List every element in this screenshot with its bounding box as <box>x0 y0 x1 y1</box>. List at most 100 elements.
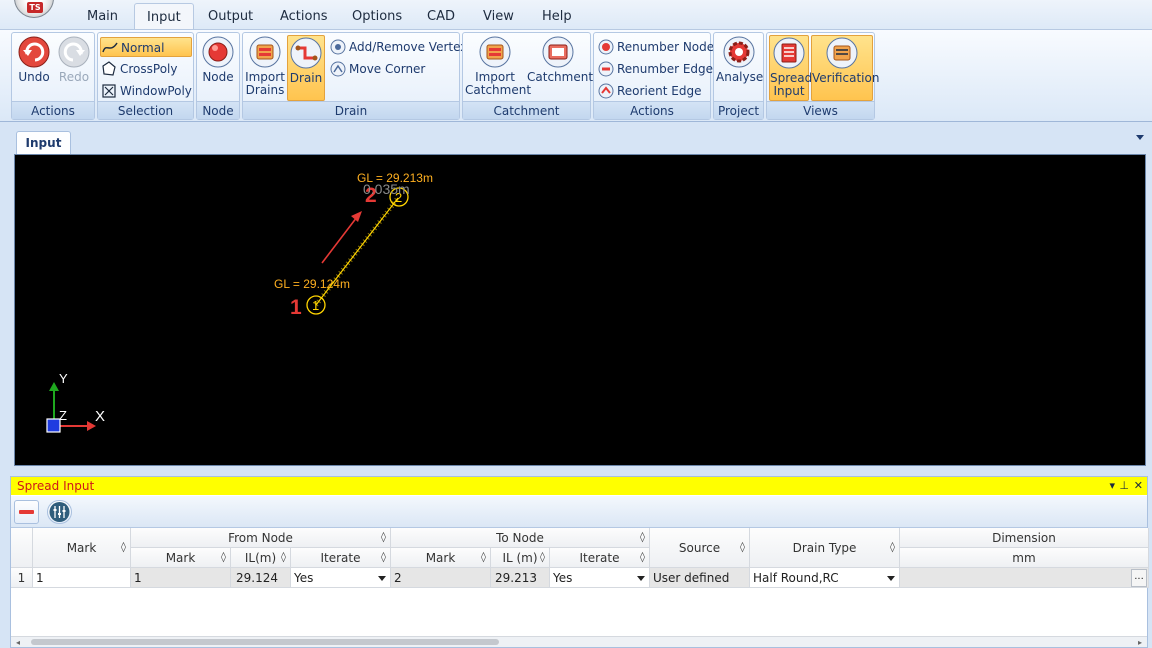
move-corner-button[interactable]: Move Corner <box>329 59 425 79</box>
spread-input-view-button[interactable]: Spread Input <box>769 35 812 101</box>
ribbon-group-actions-2: Renumber Node Renumber Edge Reorient Edg… <box>593 32 714 120</box>
reorient-edge-button[interactable]: Reorient Edge <box>597 81 702 101</box>
panel-close-icon[interactable]: ✕ <box>1134 477 1143 495</box>
sort-icon[interactable]: ◊ <box>640 548 645 567</box>
column-header-to-il[interactable]: IL (m) ◊ <box>491 548 550 568</box>
cell-dimension[interactable]: ... <box>900 568 1149 588</box>
column-header-from-il[interactable]: IL(m) ◊ <box>231 548 291 568</box>
windowpoly-select-button[interactable]: WindowPoly <box>100 81 192 101</box>
column-group-dimension[interactable]: Dimension <box>900 528 1149 548</box>
redo-button[interactable]: Redo <box>55 35 93 101</box>
sort-icon[interactable]: ◊ <box>121 528 126 567</box>
import-catchment-button[interactable]: Import Catchment <box>465 35 531 101</box>
cell-to-il[interactable]: 29.213 <box>491 568 550 588</box>
menu-tab-actions[interactable]: Actions <box>280 9 328 24</box>
sliders-icon <box>49 502 70 522</box>
scrollbar-thumb[interactable] <box>31 639 499 645</box>
sort-icon[interactable]: ◊ <box>221 548 226 567</box>
column-header-to-mark[interactable]: Mark ◊ <box>391 548 491 568</box>
column-group-to-node[interactable]: To Node ◊ <box>391 528 650 548</box>
menu-tab-cad[interactable]: CAD <box>427 9 455 24</box>
ribbon-group-views: Spread Input Verification Views <box>766 32 879 120</box>
renumber-edge-button[interactable]: Renumber Edge <box>597 59 713 79</box>
cell-from-mark[interactable]: 1 <box>131 568 231 588</box>
crosspoly-select-button[interactable]: CrossPoly <box>100 59 177 79</box>
cell-to-mark[interactable]: 2 <box>391 568 491 588</box>
ribbon-group-label: Project <box>714 101 763 119</box>
sort-icon[interactable]: ◊ <box>381 528 386 547</box>
add-remove-vertex-button[interactable]: Add/Remove Vertex <box>329 37 467 57</box>
verification-icon <box>826 37 858 69</box>
normal-select-button[interactable]: Normal <box>100 37 192 57</box>
remove-row-button[interactable] <box>14 500 39 524</box>
dropdown-arrow-icon[interactable] <box>378 576 386 581</box>
ribbon-group-actions: Undo Redo Actions <box>11 32 95 120</box>
panel-dropdown-icon[interactable]: ▾ <box>1109 477 1115 495</box>
cell-drain-type[interactable]: Half Round,RC <box>750 568 900 588</box>
cell-source[interactable]: User defined <box>650 568 750 588</box>
column-group-from-node[interactable]: From Node ◊ <box>131 528 391 548</box>
horizontal-scrollbar[interactable]: ◂ ▸ <box>11 636 1147 647</box>
cad-drawing[interactable]: 1 1 GL = 29.124m 2 2 0.035m GL = 29.213m… <box>15 155 1145 465</box>
gear-icon <box>723 36 754 68</box>
menu-tab-help[interactable]: Help <box>542 9 572 24</box>
drain-button[interactable]: Drain <box>287 35 325 101</box>
menu-tab-output[interactable]: Output <box>208 9 253 24</box>
column-header-mark[interactable]: Mark ◊ <box>33 528 131 568</box>
column-header-source[interactable]: Source ◊ <box>650 528 750 568</box>
ribbon-group-drain: Import Drains Drain Add/Remove Vertex Mo… <box>242 32 467 120</box>
scroll-right-icon[interactable]: ▸ <box>1138 638 1142 647</box>
app-logo[interactable]: TS <box>14 0 54 18</box>
sort-icon[interactable]: ◊ <box>281 548 286 567</box>
renumber-node-label: Renumber Node <box>617 40 715 54</box>
sort-icon[interactable]: ◊ <box>640 528 645 547</box>
tab-list-dropdown-icon[interactable] <box>1136 135 1144 140</box>
import-drains-button[interactable]: Import Drains <box>245 35 285 101</box>
column-header-from-mark[interactable]: Mark ◊ <box>131 548 231 568</box>
dropdown-arrow-icon[interactable] <box>637 576 645 581</box>
cell-from-iterate[interactable]: Yes <box>291 568 391 588</box>
sort-icon[interactable]: ◊ <box>740 528 745 567</box>
column-header-from-il-label: IL(m) <box>244 551 277 565</box>
column-header-to-iterate[interactable]: Iterate ◊ <box>550 548 650 568</box>
document-tab-input[interactable]: Input <box>16 131 71 155</box>
column-header-to-il-label: IL (m) <box>502 551 538 565</box>
scroll-left-icon[interactable]: ◂ <box>16 638 20 647</box>
sort-icon[interactable]: ◊ <box>890 528 895 567</box>
dimension-edit-button[interactable]: ... <box>1131 569 1147 587</box>
polygon-icon <box>102 61 116 76</box>
crosspoly-label: CrossPoly <box>120 62 178 76</box>
sort-icon[interactable]: ◊ <box>540 548 545 567</box>
menu-tab-view[interactable]: View <box>483 9 514 24</box>
analyse-button[interactable]: Analyse <box>716 35 763 101</box>
menu-tab-options[interactable]: Options <box>352 9 402 24</box>
row-header[interactable]: 1 <box>11 568 33 588</box>
column-filter-button[interactable] <box>47 500 72 524</box>
dropdown-arrow-icon[interactable] <box>887 576 895 581</box>
column-header-mark-label: Mark <box>66 541 97 555</box>
import-catchment-icon <box>479 36 511 68</box>
column-header-drain-type[interactable]: Drain Type ◊ <box>750 528 900 568</box>
reorient-edge-icon <box>598 83 614 99</box>
node-button[interactable]: Node <box>199 35 237 101</box>
menu-tab-input[interactable]: Input <box>134 3 194 30</box>
catchment-button[interactable]: Catchment <box>527 35 593 101</box>
menu-tab-main[interactable]: Main <box>87 9 118 24</box>
column-header-from-iterate[interactable]: Iterate ◊ <box>291 548 391 568</box>
cad-canvas[interactable]: 1 1 GL = 29.124m 2 2 0.035m GL = 29.213m… <box>14 154 1146 466</box>
drain-label: Drain <box>289 71 323 85</box>
cell-mark[interactable]: 1 <box>33 568 131 588</box>
ribbon-group-label: Actions <box>594 101 710 119</box>
undo-button[interactable]: Undo <box>15 35 53 101</box>
verification-view-button[interactable]: Verification <box>811 35 879 101</box>
spread-input-panel: Spread Input ▾ ⊥ ✕ Mark ◊ From Node ◊ To… <box>10 476 1149 648</box>
panel-pin-icon[interactable]: ⊥ <box>1119 477 1129 495</box>
cell-to-iterate[interactable]: Yes <box>550 568 650 588</box>
spread-grid: Mark ◊ From Node ◊ To Node ◊ Source ◊ Dr… <box>11 528 1149 638</box>
windowpoly-label: WindowPoly <box>120 84 192 98</box>
sort-icon[interactable]: ◊ <box>381 548 386 567</box>
renumber-node-button[interactable]: Renumber Node <box>597 37 714 57</box>
spread-toolbar <box>11 496 1147 528</box>
cell-from-il[interactable]: 29.124 <box>231 568 291 588</box>
sort-icon[interactable]: ◊ <box>481 548 486 567</box>
